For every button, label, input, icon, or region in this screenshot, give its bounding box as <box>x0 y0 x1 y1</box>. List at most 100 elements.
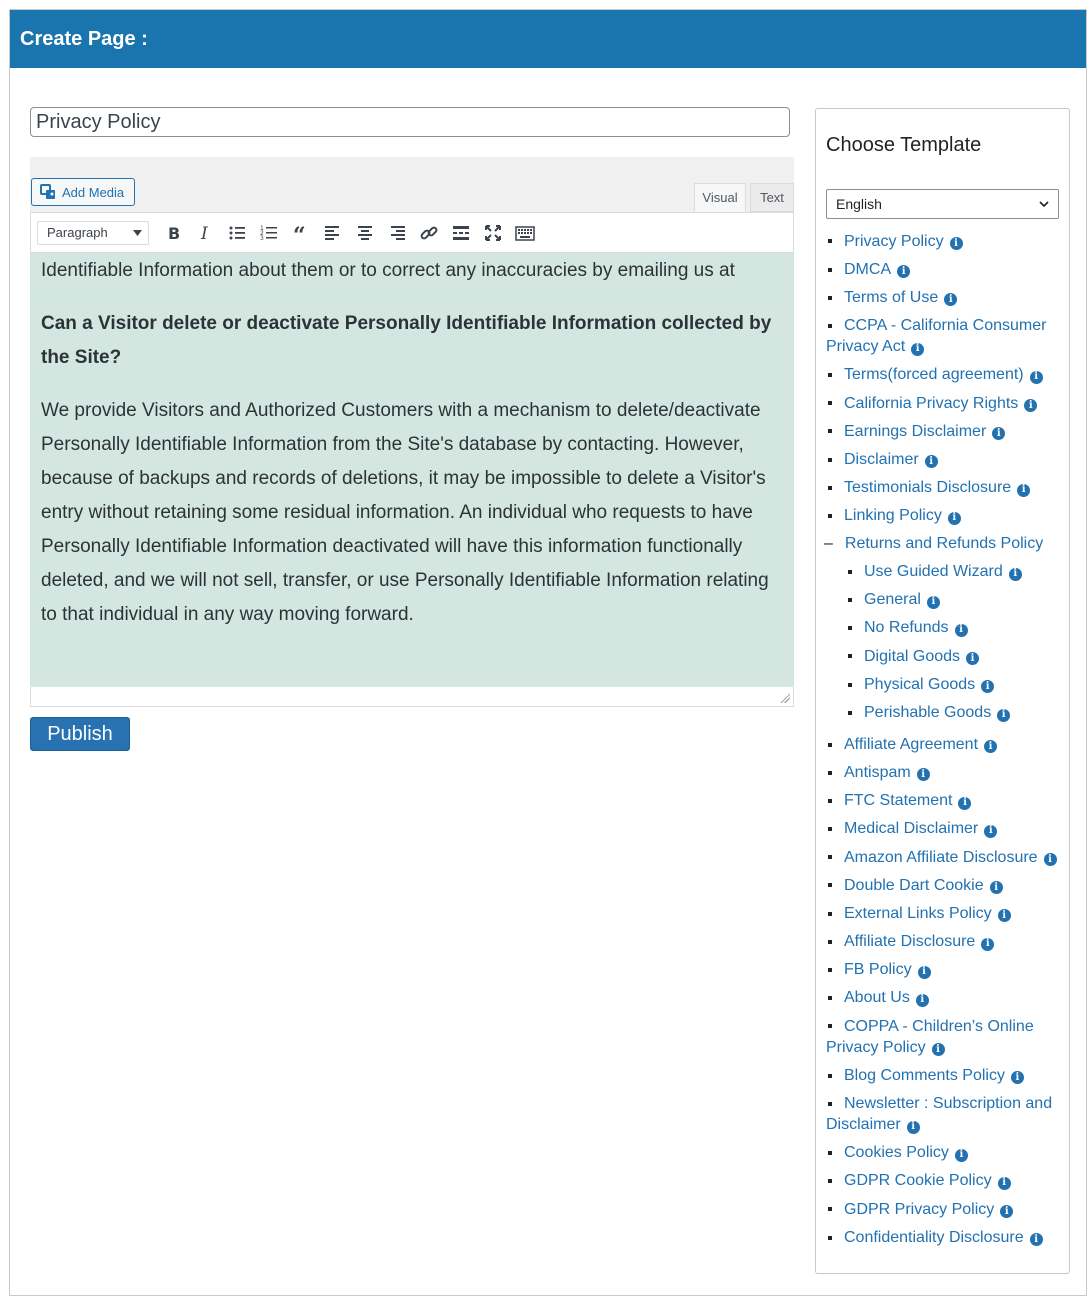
numbered-list-button[interactable]: 1 2 3 <box>253 218 285 248</box>
blockquote-button[interactable]: “ <box>285 218 317 248</box>
bold-button[interactable]: B <box>157 218 189 248</box>
info-icon[interactable]: i <box>997 909 1011 923</box>
template-link[interactable]: Terms(forced agreement) <box>844 366 1024 383</box>
template-link[interactable]: About Us <box>844 989 910 1006</box>
info-icon[interactable]: i <box>1000 1205 1014 1219</box>
publish-button[interactable]: Publish <box>30 717 130 751</box>
align-center-button[interactable] <box>349 218 381 248</box>
template-link[interactable]: Returns and Refunds Policy <box>845 535 1043 552</box>
toolbar-toggle-button[interactable] <box>509 218 541 248</box>
page-title-input[interactable] <box>30 107 790 137</box>
template-link[interactable]: Testimonials Disclosure <box>844 479 1011 496</box>
info-icon[interactable]: i <box>989 881 1003 895</box>
add-media-button[interactable]: Add Media <box>31 178 135 206</box>
info-icon[interactable]: i <box>917 965 931 979</box>
info-icon[interactable]: i <box>1008 567 1022 581</box>
link-button[interactable] <box>413 218 445 248</box>
info-icon[interactable]: i <box>931 1043 945 1057</box>
template-link[interactable]: GDPR Privacy Policy <box>844 1201 994 1218</box>
format-select-value: Paragraph <box>47 225 108 240</box>
info-icon[interactable]: i <box>984 824 998 838</box>
info-icon[interactable]: i <box>1017 483 1031 497</box>
template-link[interactable]: Cookies Policy <box>844 1144 949 1161</box>
sub-template-link[interactable]: General <box>864 591 921 608</box>
editor-content-area[interactable]: Identifiable Information about them or t… <box>30 253 794 687</box>
info-icon[interactable]: i <box>981 937 995 951</box>
language-select[interactable]: English <box>826 189 1059 219</box>
template-link[interactable]: FB Policy <box>844 961 912 978</box>
info-icon[interactable]: i <box>981 680 995 694</box>
info-icon[interactable]: i <box>924 455 938 469</box>
sub-template-link[interactable]: Use Guided Wizard <box>864 563 1003 580</box>
collapse-dash-icon[interactable]: – <box>824 533 833 554</box>
sub-template-link[interactable]: Physical Goods <box>864 676 975 693</box>
info-icon[interactable]: i <box>944 293 958 307</box>
template-link[interactable]: Linking Policy <box>844 507 942 524</box>
sub-template-link[interactable]: No Refunds <box>864 619 949 636</box>
info-icon[interactable]: i <box>1024 399 1038 413</box>
template-link[interactable]: Antispam <box>844 764 911 781</box>
info-icon[interactable]: i <box>954 1148 968 1162</box>
info-icon[interactable]: i <box>1029 370 1043 384</box>
info-icon[interactable]: i <box>997 708 1011 722</box>
info-icon[interactable]: i <box>906 1120 920 1134</box>
svg-text:I: I <box>200 224 208 243</box>
template-item-expanded: – Returns and Refunds Policy Use Guided W… <box>824 530 1059 730</box>
bullet-icon <box>828 401 832 406</box>
read-more-button[interactable] <box>445 218 477 248</box>
numbered-list-icon: 1 2 3 <box>260 225 277 242</box>
info-icon[interactable]: i <box>1010 1071 1024 1085</box>
info-icon[interactable]: i <box>926 595 940 609</box>
info-icon[interactable]: i <box>1029 1233 1043 1247</box>
bullet-icon <box>828 855 832 860</box>
template-link[interactable]: GDPR Cookie Policy <box>844 1172 992 1189</box>
info-icon[interactable]: i <box>949 237 963 251</box>
fullscreen-button[interactable] <box>477 218 509 248</box>
sub-template-link[interactable]: Digital Goods <box>864 648 960 665</box>
content-paragraph: We provide Visitors and Authorized Custo… <box>41 400 769 625</box>
info-icon[interactable]: i <box>947 511 961 525</box>
template-link[interactable]: California Privacy Rights <box>844 395 1018 412</box>
info-icon[interactable]: i <box>897 265 911 279</box>
info-icon[interactable]: i <box>911 342 925 356</box>
info-icon[interactable]: i <box>966 652 980 666</box>
align-right-button[interactable] <box>381 218 413 248</box>
template-link[interactable]: Privacy Policy <box>844 233 944 250</box>
template-link[interactable]: Double Dart Cookie <box>844 877 984 894</box>
info-icon[interactable]: i <box>958 796 972 810</box>
template-link[interactable]: Terms of Use <box>844 289 938 306</box>
template-link[interactable]: FTC Statement <box>844 792 952 809</box>
tab-text[interactable]: Text <box>750 183 794 212</box>
tab-visual[interactable]: Visual <box>694 183 746 212</box>
info-icon[interactable]: i <box>992 427 1006 441</box>
resize-handle-icon[interactable] <box>780 693 790 703</box>
info-icon[interactable]: i <box>984 740 998 754</box>
bullet-list-button[interactable] <box>221 218 253 248</box>
template-link[interactable]: Disclaimer <box>844 451 919 468</box>
template-item: GDPR Cookie Policy i <box>826 1167 1059 1195</box>
editor-toolbar: Paragraph B I 1 2 3 “ <box>30 212 794 253</box>
template-link[interactable]: Affiliate Agreement <box>844 736 978 753</box>
template-link[interactable]: Confidentiality Disclosure <box>844 1229 1024 1246</box>
info-icon[interactable]: i <box>915 993 929 1007</box>
template-link[interactable]: DMCA <box>844 261 891 278</box>
template-link[interactable]: External Links Policy <box>844 905 992 922</box>
template-link[interactable]: Affiliate Disclosure <box>844 933 975 950</box>
template-sidebar: Choose Template English Privacy Policy i … <box>815 108 1070 1274</box>
info-icon[interactable]: i <box>954 623 968 637</box>
template-link[interactable]: Earnings Disclaimer <box>844 423 986 440</box>
align-left-button[interactable] <box>317 218 349 248</box>
template-link[interactable]: COPPA - Children’s Online Privacy Policy <box>826 1018 1034 1056</box>
info-icon[interactable]: i <box>916 768 930 782</box>
template-link[interactable]: Medical Disclaimer <box>844 820 978 837</box>
sub-template-link[interactable]: Perishable Goods <box>864 704 991 721</box>
info-icon[interactable]: i <box>1043 853 1057 867</box>
template-link[interactable]: Newsletter : Subscription and Disclaimer <box>826 1095 1052 1133</box>
paragraph-format-select[interactable]: Paragraph <box>37 220 149 245</box>
italic-button[interactable]: I <box>189 218 221 248</box>
template-link[interactable]: CCPA - California Consumer Privacy Act <box>826 317 1046 355</box>
template-link[interactable]: Amazon Affiliate Disclosure <box>844 849 1038 866</box>
bullet-icon <box>848 598 852 603</box>
template-link[interactable]: Blog Comments Policy <box>844 1067 1005 1084</box>
info-icon[interactable]: i <box>997 1176 1011 1190</box>
